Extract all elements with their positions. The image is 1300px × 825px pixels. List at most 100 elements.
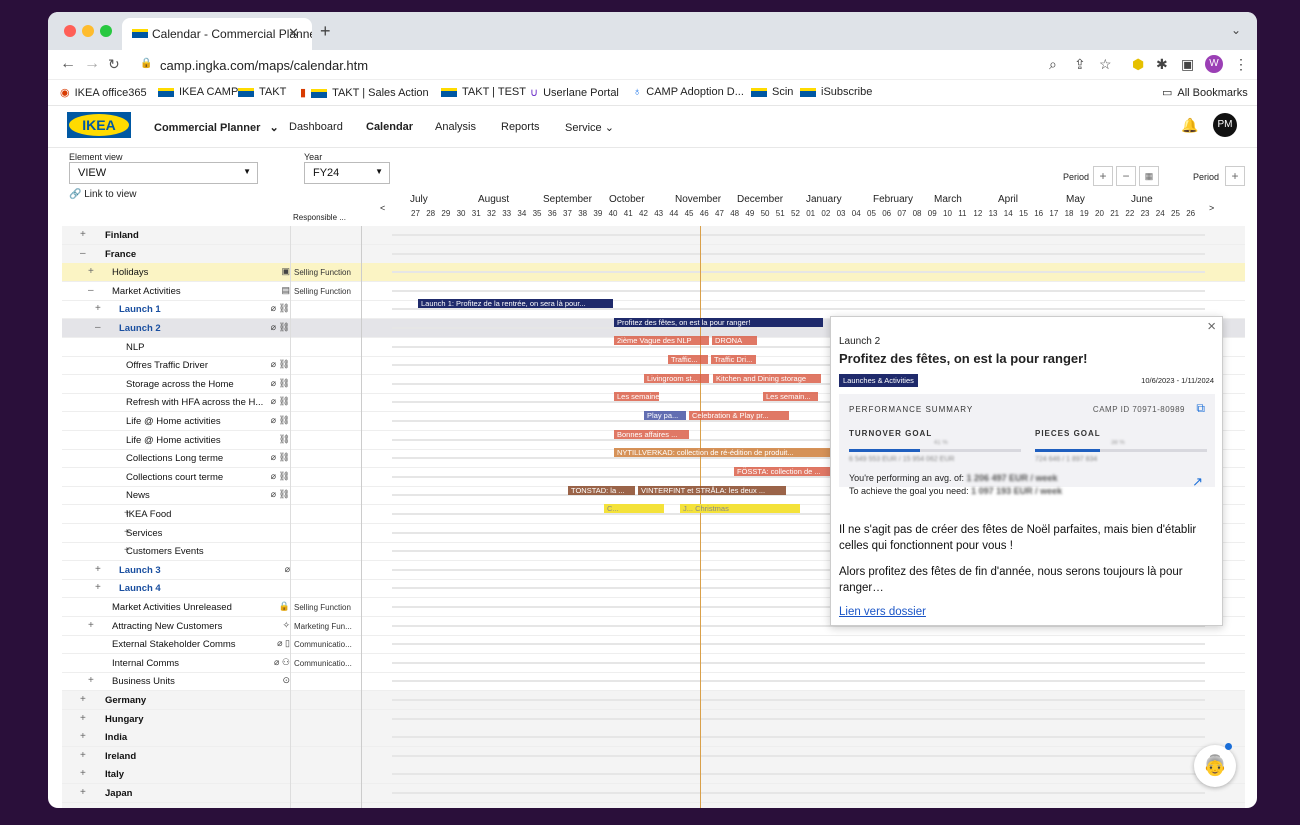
browser-tab[interactable]: Calendar - Commercial Planne (122, 18, 312, 50)
responsible-header[interactable]: Responsible ... (293, 213, 346, 222)
expand-toggle[interactable]: – (95, 322, 101, 333)
table-row[interactable]: + Holidays ▣ Selling Function (62, 263, 1245, 283)
close-window-button[interactable] (64, 25, 76, 37)
bar-traffic-1[interactable]: Traffic... (668, 355, 708, 364)
period-zoom-in-button[interactable]: + (1093, 166, 1113, 186)
all-bookmarks[interactable]: ▭ All Bookmarks (1162, 86, 1248, 99)
table-row[interactable]: + India (62, 728, 1245, 748)
bookmark-scin[interactable]: Scin (751, 86, 793, 98)
row-action-icons[interactable]: ⌀ ⛓ (271, 359, 290, 370)
bar-launch-1[interactable]: Launch 1: Profitez de la rentrée, on ser… (418, 299, 613, 308)
row-action-icons[interactable]: ⊙ (282, 675, 290, 686)
expand-toggle[interactable]: + (80, 750, 86, 761)
bar-life-2[interactable]: Celebration & Play pr... (689, 411, 789, 420)
row-action-icons[interactable]: ⌀ ⚇ (274, 657, 290, 668)
table-row[interactable]: + Business Units ⊙ (62, 672, 1245, 692)
close-icon[interactable]: × (1207, 318, 1216, 335)
expand-toggle[interactable]: + (95, 303, 101, 314)
row-action-icons[interactable]: ⛓ (279, 434, 290, 445)
table-row[interactable]: Internal Comms ⌀ ⚇ Communicatio... (62, 654, 1245, 673)
user-avatar[interactable]: PM (1213, 113, 1237, 137)
row-action-icons[interactable]: 🔒 (279, 601, 290, 612)
table-row[interactable]: + Germany (62, 691, 1245, 710)
row-action-icons[interactable]: ⌀ ⛓ (271, 378, 290, 389)
bar-traffic-2[interactable]: Traffic Dri... (711, 355, 756, 364)
browser-menu-icon[interactable]: ⋮ (1234, 56, 1248, 73)
period-add-button[interactable]: + (1225, 166, 1245, 186)
bar-refresh-2[interactable]: Les semain... (763, 392, 818, 401)
nav-calendar[interactable]: Calendar (366, 121, 413, 133)
expand-toggle[interactable]: – (88, 285, 94, 296)
copy-icon[interactable]: ⧉ (1196, 401, 1205, 416)
bar-food-1[interactable]: C... (604, 504, 664, 513)
product-switcher[interactable]: Commercial Planner ⌄ (154, 121, 279, 134)
extension-cube-icon[interactable]: ⬢ (1132, 56, 1144, 73)
table-row[interactable]: + Hungary (62, 709, 1245, 729)
back-icon[interactable]: ← (60, 55, 76, 73)
profile-avatar[interactable]: W (1205, 55, 1223, 73)
bar-storage-1[interactable]: Livingroom st... (644, 374, 709, 383)
expand-toggle[interactable]: + (95, 582, 101, 593)
expand-toggle[interactable]: + (80, 229, 86, 240)
table-row[interactable]: + Italy (62, 765, 1245, 785)
close-tab-icon[interactable]: ✕ (288, 25, 299, 41)
notifications-bell-icon[interactable]: 🔔 (1181, 117, 1198, 134)
reload-icon[interactable]: ↻ (108, 56, 120, 73)
row-action-icons[interactable]: ✧ (282, 620, 290, 631)
folder-link[interactable]: Lien vers dossier (839, 606, 926, 618)
bar-collections-court[interactable]: FÖSSTA: collection de ... (734, 467, 830, 476)
bookmark-takt-sales[interactable]: ▮ TAKT | Sales Action (300, 86, 429, 99)
bar-news-2[interactable]: VINTERFINT et STRÅLA: les deux ... (638, 486, 786, 495)
bookmark-star-icon[interactable]: ☆ (1099, 56, 1112, 73)
row-action-icons[interactable]: ⌀ ⛓ (271, 415, 290, 426)
timeline-prev-button[interactable]: < (380, 203, 385, 213)
table-row[interactable]: + Netherlands (62, 802, 1245, 808)
bookmark-takt[interactable]: TAKT (238, 86, 286, 98)
bar-launch-2[interactable]: Profitez des fêtes, on est la pour range… (614, 318, 823, 327)
bookmark-office365[interactable]: ◉ IKEA office365 (60, 86, 147, 99)
bar-news-1[interactable]: TONSTAD: la ... (568, 486, 635, 495)
expand-toggle[interactable]: + (80, 731, 86, 742)
bookmark-camp-adoption[interactable]: ♁ CAMP Adoption D... (633, 86, 744, 98)
expand-toggle[interactable]: + (80, 787, 86, 798)
table-row[interactable]: + Ireland (62, 746, 1245, 766)
expand-toggle[interactable]: + (80, 806, 86, 808)
assistant-avatar-button[interactable]: 👵 (1194, 743, 1236, 787)
bar-life-1[interactable]: Play pa... (644, 411, 686, 420)
expand-toggle[interactable]: + (88, 620, 94, 631)
expand-toggle[interactable]: + (80, 694, 86, 705)
expand-toggle[interactable]: + (80, 713, 86, 724)
row-action-icons[interactable]: ⌀ ⛓ (271, 303, 290, 314)
nav-reports[interactable]: Reports (501, 121, 540, 133)
expand-toggle[interactable]: + (88, 675, 94, 686)
row-action-icons[interactable]: ⌀ ▯ (277, 638, 290, 649)
side-panel-icon[interactable]: ▣ (1181, 56, 1194, 73)
row-action-icons[interactable]: ⌀ ⛓ (271, 322, 290, 333)
bar-refresh-1[interactable]: Les semaines d... (614, 392, 659, 401)
element-view-select[interactable]: VIEW ▼ (69, 162, 258, 184)
row-action-icons[interactable]: ▣ (281, 266, 290, 277)
extensions-puzzle-icon[interactable]: ✱ (1156, 56, 1168, 73)
share-icon[interactable]: ⇪ (1074, 56, 1086, 73)
new-tab-icon[interactable]: + (320, 21, 331, 42)
row-action-icons[interactable]: ▤ (281, 285, 290, 296)
nav-service[interactable]: Service ⌄ (565, 121, 614, 134)
bar-food-2[interactable]: J... Christmas (680, 504, 800, 513)
period-zoom-out-button[interactable]: − (1116, 166, 1136, 186)
year-select[interactable]: FY24 ▼ (304, 162, 390, 184)
bar-storage-2[interactable]: Kitchen and Dining storage (713, 374, 821, 383)
maximize-window-button[interactable] (100, 25, 112, 37)
link-to-view[interactable]: 🔗 Link to view (69, 189, 136, 200)
bookmark-ikea-camp[interactable]: IKEA CAMP (158, 86, 238, 98)
table-row[interactable]: + Finland (62, 226, 1245, 245)
bar-nlp-2[interactable]: DRONA (712, 336, 757, 345)
row-action-icons[interactable]: ⌀ ⛓ (271, 471, 290, 482)
bar-nlp[interactable]: 2ième Vague des NLP (614, 336, 709, 345)
bar-life-3[interactable]: Bonnes affaires ... (614, 430, 689, 439)
row-action-icons[interactable]: ⌀ ⛓ (271, 452, 290, 463)
table-row[interactable]: + Japan (62, 784, 1245, 803)
row-action-icons[interactable]: ⌀ ⛓ (271, 396, 290, 407)
expand-toggle[interactable]: + (95, 564, 101, 575)
table-row[interactable]: External Stakeholder Comms ⌀ ▯ Communicati… (62, 635, 1245, 655)
tab-search-icon[interactable]: ⌄ (1231, 23, 1241, 37)
